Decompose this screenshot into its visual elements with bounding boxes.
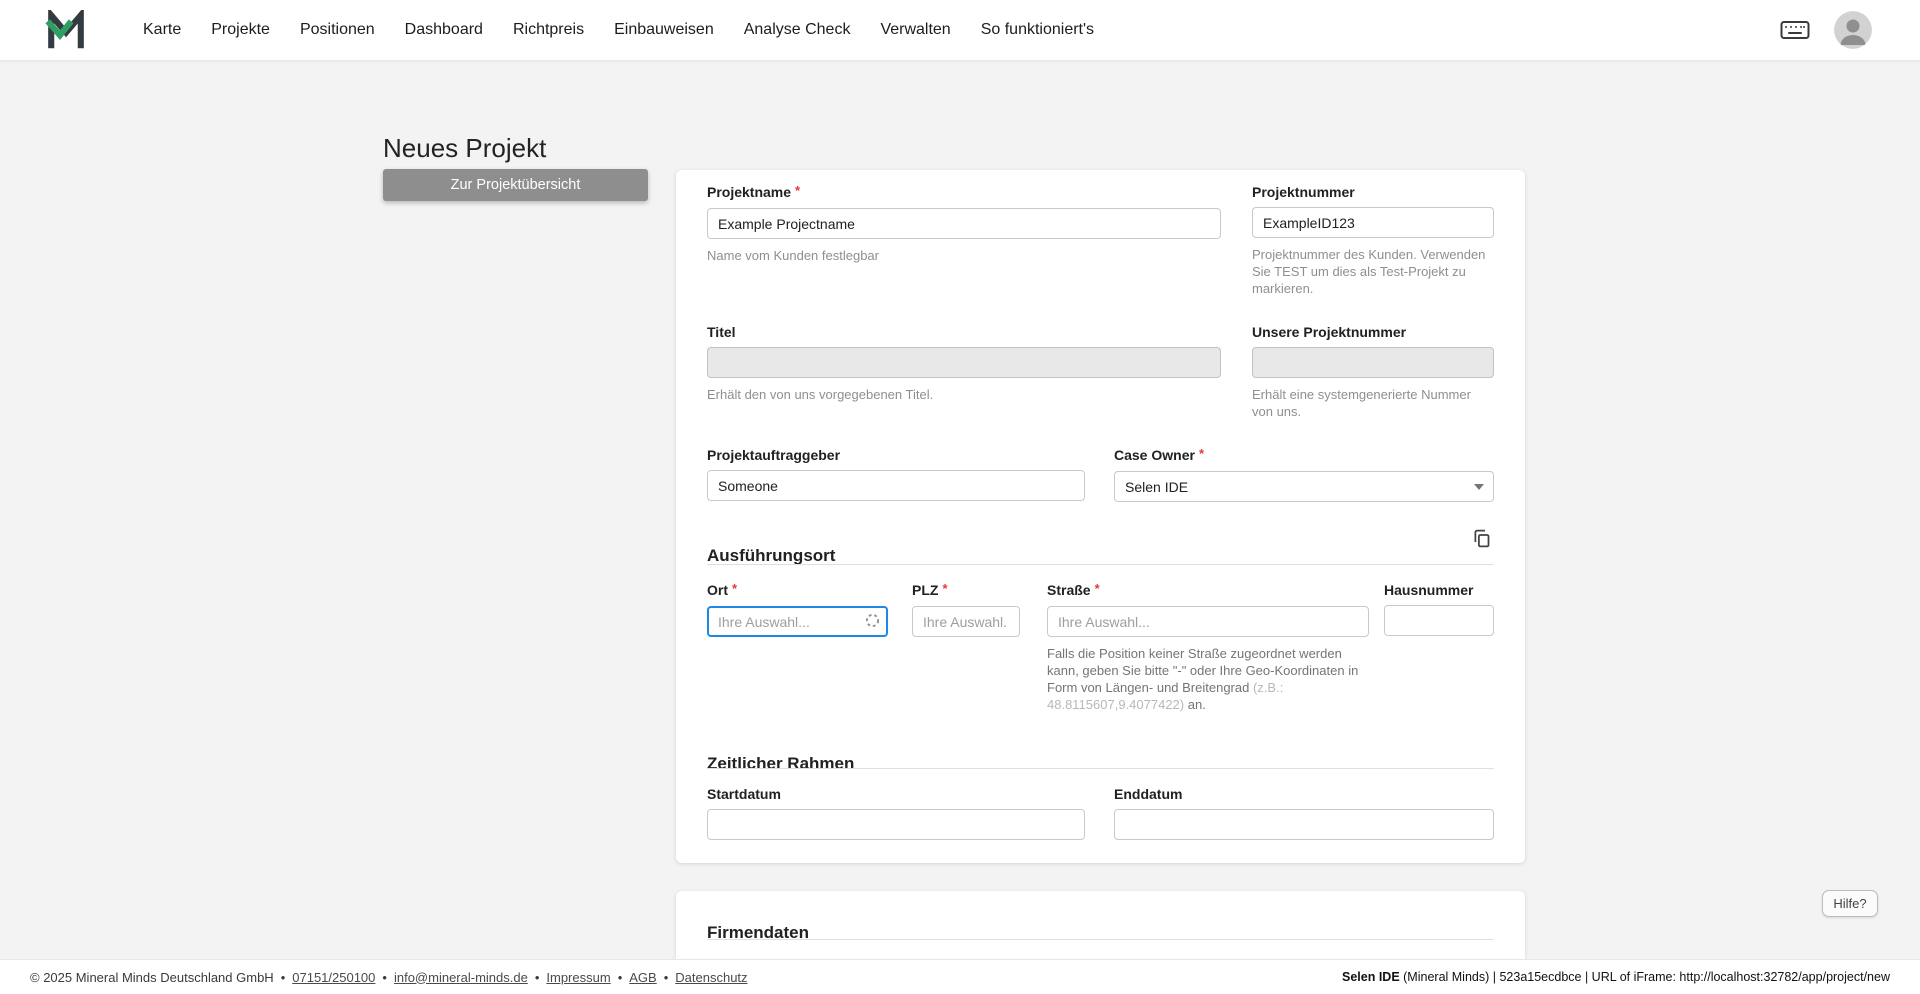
footer-link-phone[interactable]: 07151/250100 xyxy=(292,970,375,985)
ort-input[interactable] xyxy=(707,606,888,637)
projektnummer-input[interactable] xyxy=(1252,207,1494,238)
field-projektname: Projektname* Name vom Kunden festlegbar xyxy=(707,183,1221,264)
field-projektauftraggeber: Projektauftraggeber xyxy=(707,447,1085,501)
footer-separator: • xyxy=(617,969,623,985)
required-asterisk: * xyxy=(1198,446,1204,461)
footer-left: © 2025 Mineral Minds Deutschland GmbH • … xyxy=(30,970,748,985)
nav-item-dashboard[interactable]: Dashboard xyxy=(405,21,483,39)
footer-link-agb[interactable]: AGB xyxy=(629,970,656,985)
required-asterisk: * xyxy=(1094,581,1100,596)
unsere-projektnummer-helper: Erhält eine systemgenerierte Nummer von … xyxy=(1252,387,1471,419)
nav-item-projekte[interactable]: Projekte xyxy=(211,21,270,39)
required-asterisk: * xyxy=(732,581,738,596)
strasse-input[interactable] xyxy=(1047,606,1369,637)
main-menu: Karte Projekte Positionen Dashboard Rich… xyxy=(143,21,1780,39)
titel-label: Titel xyxy=(707,324,736,340)
footer-link-datenschutz[interactable]: Datenschutz xyxy=(675,970,747,985)
field-titel: Titel Erhält den von uns vorgegebenen Ti… xyxy=(707,324,1221,403)
footer: © 2025 Mineral Minds Deutschland GmbH • … xyxy=(0,959,1920,994)
enddatum-label: Enddatum xyxy=(1114,786,1183,802)
footer-separator: • xyxy=(382,969,387,985)
footer-link-impressum[interactable]: Impressum xyxy=(546,970,610,985)
case-owner-value: Selen IDE xyxy=(1125,478,1189,495)
projektname-input[interactable] xyxy=(707,208,1221,239)
startdatum-input[interactable] xyxy=(707,809,1085,840)
avatar[interactable] xyxy=(1834,11,1872,49)
required-asterisk: * xyxy=(795,183,801,198)
footer-session-info: Selen IDE (Mineral Minds) | 523a15ecdbce… xyxy=(1342,970,1890,984)
field-strasse: Straße* Falls die Position keiner Straße… xyxy=(1047,581,1369,713)
nav-item-verwalten[interactable]: Verwalten xyxy=(880,21,950,39)
strasse-label: Straße xyxy=(1047,582,1091,598)
ort-label: Ort xyxy=(707,582,728,598)
nav-item-einbauweisen[interactable]: Einbauweisen xyxy=(614,21,714,39)
projektauftraggeber-label: Projektauftraggeber xyxy=(707,447,841,463)
strasse-helper: Falls die Position keiner Straße zugeord… xyxy=(1047,646,1359,712)
help-button[interactable]: Hilfe? xyxy=(1822,890,1878,917)
projektnummer-label: Projektnummer xyxy=(1252,184,1355,200)
footer-session-rest: (Mineral Minds) | 523a15ecdbce | URL of … xyxy=(1399,970,1890,984)
field-projektnummer: Projektnummer Projektnummer des Kunden. … xyxy=(1252,184,1494,297)
footer-separator: • xyxy=(280,969,286,985)
user-icon xyxy=(1834,11,1872,49)
copy-icon[interactable] xyxy=(1469,526,1494,554)
nav-item-positionen[interactable]: Positionen xyxy=(300,21,375,39)
titel-helper: Erhält den von uns vorgegebenen Titel. xyxy=(707,387,934,402)
hausnummer-input[interactable] xyxy=(1384,605,1494,636)
nav-item-so-funktionierts[interactable]: So funktioniert's xyxy=(981,21,1094,39)
footer-session-user: Selen IDE xyxy=(1342,970,1400,984)
nav-item-richtpreis[interactable]: Richtpreis xyxy=(513,21,584,39)
case-owner-select[interactable]: Selen IDE xyxy=(1114,471,1494,502)
divider xyxy=(707,939,1494,940)
divider xyxy=(707,768,1494,769)
section-zeitlicher-rahmen: Zeitlicher Rahmen xyxy=(707,754,855,774)
titel-input xyxy=(707,347,1221,378)
logo-icon xyxy=(45,10,84,49)
field-ort: Ort * xyxy=(707,581,888,637)
section-firmendaten: Firmendaten xyxy=(707,923,810,943)
enddatum-input[interactable] xyxy=(1114,809,1494,840)
projektname-helper: Name vom Kunden festlegbar xyxy=(707,248,879,263)
footer-copyright: © 2025 Mineral Minds Deutschland GmbH xyxy=(30,969,274,985)
hausnummer-label: Hausnummer xyxy=(1384,582,1474,598)
nav-item-karte[interactable]: Karte xyxy=(143,21,181,39)
projektauftraggeber-input[interactable] xyxy=(707,470,1085,501)
loading-spinner-icon xyxy=(865,613,880,628)
project-form-card: Projektname* Name vom Kunden festlegbar … xyxy=(676,170,1525,863)
nav-right-group xyxy=(1780,11,1872,49)
plz-label: PLZ xyxy=(912,582,939,598)
page-title: Neues Projekt xyxy=(383,133,547,164)
unsere-projektnummer-input xyxy=(1252,347,1494,378)
keyboard-icon[interactable] xyxy=(1780,19,1810,41)
field-startdatum: Startdatum xyxy=(707,786,1085,840)
plz-input[interactable] xyxy=(912,606,1020,637)
required-asterisk: * xyxy=(942,581,948,596)
top-nav: Karte Projekte Positionen Dashboard Rich… xyxy=(0,0,1920,60)
projektname-label: Projektname xyxy=(707,184,792,200)
footer-separator: • xyxy=(663,969,669,985)
nav-item-analyse-check[interactable]: Analyse Check xyxy=(744,21,851,39)
projektnummer-helper: Projektnummer des Kunden. Verwenden Sie … xyxy=(1252,247,1486,296)
field-case-owner: Case Owner * Selen IDE xyxy=(1114,446,1494,502)
field-enddatum: Enddatum xyxy=(1114,786,1494,840)
footer-link-email[interactable]: info@mineral-minds.de xyxy=(394,970,528,985)
logo[interactable] xyxy=(45,10,87,50)
unsere-projektnummer-label: Unsere Projektnummer xyxy=(1252,324,1407,340)
footer-separator: • xyxy=(534,969,540,985)
field-hausnummer: Hausnummer xyxy=(1384,582,1494,636)
field-plz: PLZ * xyxy=(912,581,1020,637)
field-unsere-projektnummer: Unsere Projektnummer Erhält eine systemg… xyxy=(1252,324,1494,420)
project-overview-button[interactable]: Zur Projektübersicht xyxy=(383,169,648,201)
chevron-down-icon xyxy=(1474,483,1484,490)
startdatum-label: Startdatum xyxy=(707,786,781,802)
divider xyxy=(707,564,1494,565)
firmendaten-card: Firmendaten xyxy=(676,891,1525,959)
case-owner-label: Case Owner xyxy=(1114,447,1195,463)
